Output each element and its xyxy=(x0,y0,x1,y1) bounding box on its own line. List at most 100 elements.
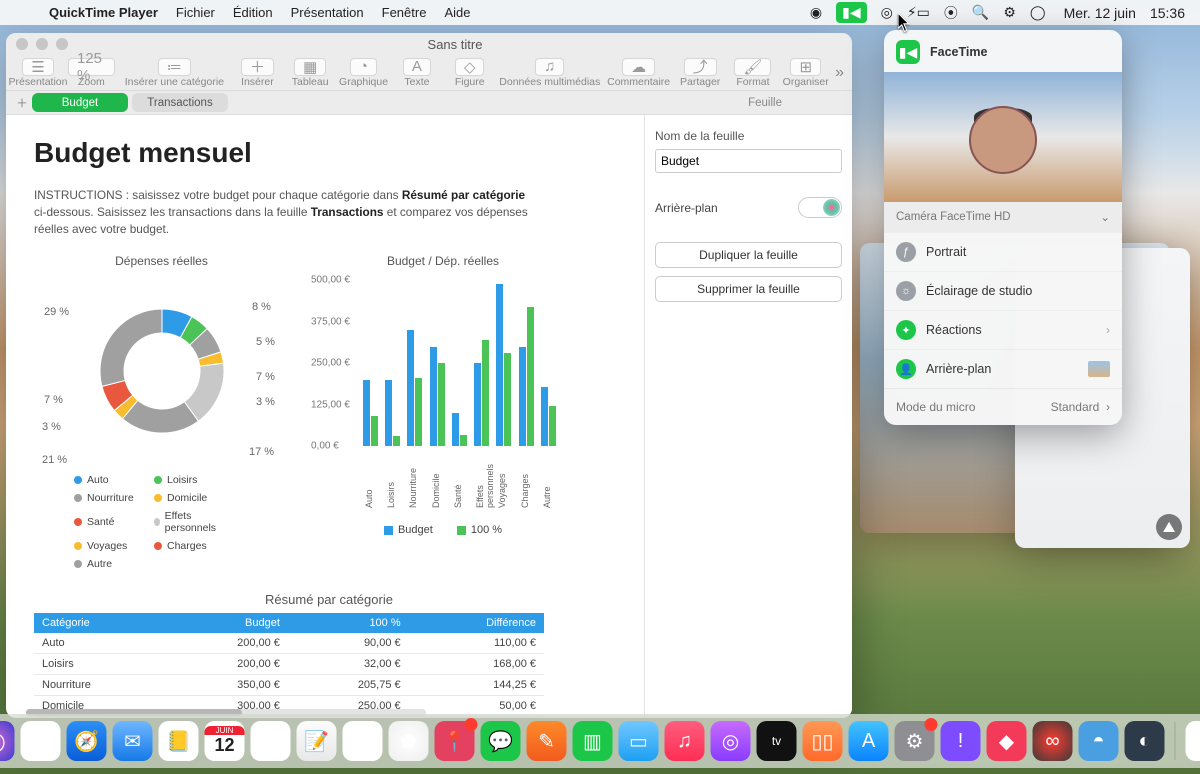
row-reactions[interactable]: ✦ Réactions › xyxy=(884,310,1122,349)
row-portrait[interactable]: ƒ Portrait xyxy=(884,232,1122,271)
dock-launchpad[interactable]: ▤ xyxy=(21,721,61,761)
delete-sheet-button[interactable]: Supprimer la feuille xyxy=(655,276,842,302)
camera-preview xyxy=(884,72,1122,202)
facetime-popover: ▮◀ FaceTime Caméra FaceTime HD⌄ ƒ Portra… xyxy=(884,30,1122,425)
dock-keynote[interactable]: ▭ xyxy=(619,721,659,761)
siri-icon[interactable]: ◯ xyxy=(1030,4,1046,21)
menubar-date[interactable]: Mer. 12 juin xyxy=(1064,5,1136,21)
tab-transactions[interactable]: Transactions xyxy=(132,93,228,112)
wifi-icon[interactable]: ⦿ xyxy=(944,3,958,23)
bar-chart: 500,00 €375,00 €250,00 €125,00 €0,00 €Au… xyxy=(313,276,573,476)
menu-presentation[interactable]: Présentation xyxy=(291,5,364,20)
toolbar: ☰Présentation 125 %Zoom ≔Insérer une cat… xyxy=(6,55,852,91)
tb-share[interactable]: Partager xyxy=(680,76,720,88)
tb-table[interactable]: Tableau xyxy=(292,76,329,88)
tb-insert[interactable]: Insérer xyxy=(241,76,274,88)
dock-feedback[interactable]: ! xyxy=(941,721,981,761)
dock-books[interactable]: ▯▯ xyxy=(803,721,843,761)
dock-settings[interactable]: ⚙︎ xyxy=(895,721,935,761)
row-background[interactable]: 👤 Arrière-plan xyxy=(884,349,1122,388)
row-studio-light[interactable]: ☼ Éclairage de studio xyxy=(884,271,1122,310)
duplicate-sheet-button[interactable]: Dupliquer la feuille xyxy=(655,242,842,268)
dock: ☻ ◯ ▤ 🧭 ✉︎ 📒 JUIN12 ☰ 📝 ✶ ✿ 📍 💬 ✎ ▥ ▭ ♫ … xyxy=(0,714,1200,768)
chevron-down-icon: ⌄ xyxy=(1100,210,1110,224)
background-switch[interactable] xyxy=(798,197,842,218)
airdrop-icon[interactable]: ◎ xyxy=(881,4,893,21)
dock-safari[interactable]: 🧭 xyxy=(67,721,107,761)
tb-comment[interactable]: Commentaire xyxy=(607,76,670,88)
spotlight-icon[interactable]: 🔍 xyxy=(972,4,989,21)
menu-file[interactable]: Fichier xyxy=(176,5,215,20)
dock-reminders[interactable]: ☰ xyxy=(251,721,291,761)
donut-chart: 29 %8 %5 %7 %3 %17 %21 %3 %7 % xyxy=(34,276,289,466)
window-title: Sans titre xyxy=(428,37,483,52)
dock-app-generic[interactable]: ◓ xyxy=(1079,721,1119,761)
tb-insert-category[interactable]: Insérer une catégorie xyxy=(125,76,224,88)
menu-help[interactable]: Aide xyxy=(444,5,470,20)
chevron-right-icon: › xyxy=(1106,323,1110,337)
facetime-app-icon: ▮◀ xyxy=(896,40,920,64)
dock-music[interactable]: ♫ xyxy=(665,721,705,761)
bar-title: Budget / Dép. réelles xyxy=(313,254,573,268)
tb-figure[interactable]: Figure xyxy=(455,76,485,88)
sheet-name-label: Nom de la feuille xyxy=(655,129,842,143)
row-mic-mode[interactable]: Mode du micro Standard › xyxy=(884,388,1122,425)
control-center-icon[interactable]: ⚙︎ xyxy=(1003,4,1016,21)
tab-budget[interactable]: Budget xyxy=(32,93,128,112)
instructions-text: INSTRUCTIONS : saisissez votre budget po… xyxy=(34,187,534,238)
tb-organize[interactable]: Organiser xyxy=(783,76,829,88)
studio-light-icon: ☼ xyxy=(896,281,916,301)
tb-chart[interactable]: Graphique xyxy=(339,76,388,88)
donut-legend: AutoLoisirsNourritureDomicileSantéEffets… xyxy=(34,466,289,570)
numbers-window: Sans titre ☰Présentation 125 %Zoom ≔Insé… xyxy=(6,33,852,718)
sheet-name-input[interactable] xyxy=(655,149,842,173)
dock-maps[interactable]: 📍 xyxy=(435,721,475,761)
dock-podcasts[interactable]: ◎ xyxy=(711,721,751,761)
dock-pages[interactable]: ✎ xyxy=(527,721,567,761)
tb-text[interactable]: Texte xyxy=(404,76,429,88)
table-title: Résumé par catégorie xyxy=(34,592,624,607)
add-sheet-button[interactable]: ＋ xyxy=(12,95,32,111)
dock-contacts[interactable]: 📒 xyxy=(159,721,199,761)
toolbar-overflow[interactable]: » xyxy=(835,64,844,82)
menu-edit[interactable]: Édition xyxy=(233,5,273,20)
facetime-title: FaceTime xyxy=(930,45,987,59)
dock-downloads[interactable]: ⬇︎ xyxy=(1186,721,1200,761)
dock-cc-express[interactable]: ◆ xyxy=(987,721,1027,761)
reactions-icon: ✦ xyxy=(896,320,916,340)
dock-photos[interactable]: ✿ xyxy=(389,721,429,761)
dock-freeform[interactable]: ✶ xyxy=(343,721,383,761)
record-icon[interactable]: ◉ xyxy=(810,4,822,21)
sheet-label: Feuille xyxy=(748,97,782,109)
dock-messages[interactable]: 💬 xyxy=(481,721,521,761)
portrait-icon: ƒ xyxy=(896,242,916,262)
facetime-menu-icon[interactable]: ▮◀ xyxy=(836,2,866,23)
tb-format[interactable]: Format xyxy=(736,76,769,88)
menubar: QuickTime Player Fichier Édition Présent… xyxy=(0,0,1200,25)
dock-notes[interactable]: 📝 xyxy=(297,721,337,761)
bar-legend: Budget100 % xyxy=(313,524,573,536)
dock-calendar[interactable]: JUIN12 xyxy=(205,721,245,761)
page-title: Budget mensuel xyxy=(34,137,624,169)
background-label: Arrière-plan xyxy=(655,201,718,215)
active-app-name[interactable]: QuickTime Player xyxy=(49,5,158,20)
summary-table[interactable]: CatégorieBudget100 %DifférenceAuto200,00… xyxy=(34,613,544,718)
mouse-cursor xyxy=(898,13,911,31)
tb-media[interactable]: Données multimédias xyxy=(499,76,600,88)
dock-appstore[interactable]: A xyxy=(849,721,889,761)
wallpaper-toggle-icon[interactable]: ⛰︎ xyxy=(1156,514,1182,540)
background-thumbnail xyxy=(1088,361,1110,377)
dock-mail[interactable]: ✉︎ xyxy=(113,721,153,761)
zoom-value[interactable]: 125 % xyxy=(68,58,115,76)
menubar-time[interactable]: 15:36 xyxy=(1150,5,1185,21)
dock-numbers[interactable]: ▥ xyxy=(573,721,613,761)
tb-presentation[interactable]: Présentation xyxy=(9,76,68,88)
dock-cleanmymac[interactable]: ◐ xyxy=(1125,721,1165,761)
camera-selector[interactable]: Caméra FaceTime HD⌄ xyxy=(884,202,1122,232)
dock-tv[interactable]: tv xyxy=(757,721,797,761)
background-icon: 👤 xyxy=(896,359,916,379)
window-controls[interactable] xyxy=(16,38,68,50)
dock-siri[interactable]: ◯ xyxy=(0,721,15,761)
dock-creative-cloud[interactable]: ∞ xyxy=(1033,721,1073,761)
menu-window[interactable]: Fenêtre xyxy=(382,5,427,20)
